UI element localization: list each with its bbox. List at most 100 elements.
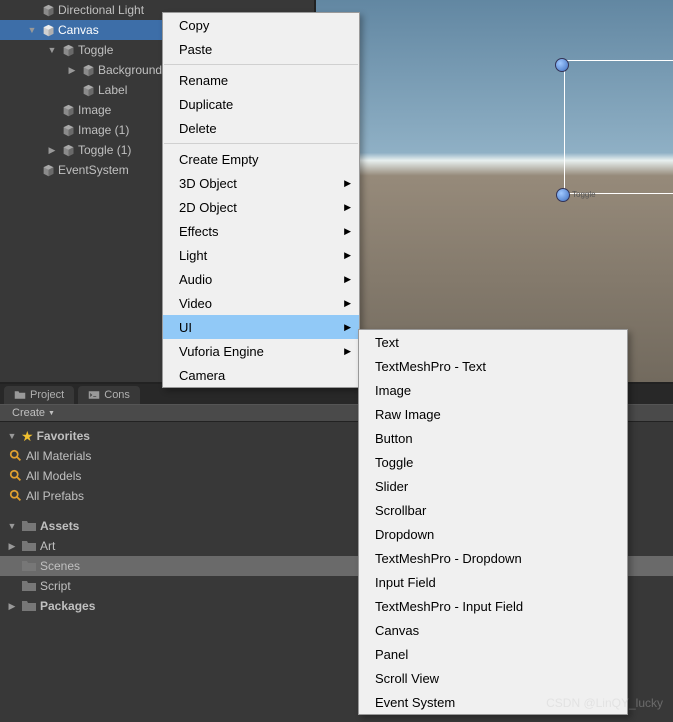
folder-icon: [21, 559, 37, 573]
packages-label: Packages: [40, 599, 95, 613]
menu-ui[interactable]: UI▶: [163, 315, 359, 339]
folder-icon: [21, 519, 37, 533]
foldout-icon[interactable]: [66, 84, 78, 96]
search-icon: [9, 449, 23, 463]
menu-light[interactable]: Light▶: [163, 243, 359, 267]
menu-2d-object[interactable]: 2D Object▶: [163, 195, 359, 219]
chevron-right-icon: ▶: [344, 250, 351, 261]
foldout-icon[interactable]: ▼: [6, 520, 18, 532]
gameobject-icon: [81, 63, 95, 77]
submenu-item[interactable]: Scroll View: [359, 666, 627, 690]
menu-3d-object[interactable]: 3D Object▶: [163, 171, 359, 195]
favorite-label: All Prefabs: [26, 489, 84, 503]
tab-console[interactable]: Cons: [78, 386, 140, 404]
chevron-right-icon: ▶: [344, 178, 351, 189]
gizmo-label: Toggle: [572, 190, 596, 199]
submenu-item[interactable]: Button: [359, 426, 627, 450]
submenu-item[interactable]: Image: [359, 378, 627, 402]
scene-view[interactable]: Toggle: [314, 0, 673, 382]
foldout-icon[interactable]: ▶: [6, 600, 18, 612]
foldout-icon[interactable]: [6, 560, 18, 572]
menu-delete[interactable]: Delete: [163, 116, 359, 140]
rect-handle-icon[interactable]: [555, 58, 569, 72]
foldout-icon[interactable]: [26, 164, 38, 176]
foldout-icon[interactable]: ▼: [26, 24, 38, 36]
submenu-item[interactable]: Text: [359, 330, 627, 354]
asset-label: Art: [40, 539, 55, 553]
foldout-icon[interactable]: ▼: [46, 44, 58, 56]
menu-create-empty[interactable]: Create Empty: [163, 147, 359, 171]
gameobject-icon: [61, 103, 75, 117]
menu-rename[interactable]: Rename: [163, 68, 359, 92]
hierarchy-label: Image (1): [78, 123, 129, 137]
chevron-right-icon: ▶: [344, 298, 351, 309]
folder-icon: [21, 599, 37, 613]
submenu-item[interactable]: TextMeshPro - Input Field: [359, 594, 627, 618]
submenu-item[interactable]: TextMeshPro - Dropdown: [359, 546, 627, 570]
submenu-item[interactable]: TextMeshPro - Text: [359, 354, 627, 378]
foldout-icon[interactable]: ▶: [66, 64, 78, 76]
hierarchy-label: Image: [78, 103, 111, 117]
chevron-right-icon: ▶: [344, 226, 351, 237]
asset-label: Scenes: [40, 559, 80, 573]
menu-vuforia[interactable]: Vuforia Engine▶: [163, 339, 359, 363]
foldout-icon[interactable]: ▼: [6, 430, 18, 442]
submenu-item[interactable]: Slider: [359, 474, 627, 498]
hierarchy-label: Canvas: [58, 23, 99, 37]
submenu-item[interactable]: Dropdown: [359, 522, 627, 546]
tab-label: Project: [30, 389, 64, 401]
gameobject-icon: [61, 43, 75, 57]
menu-paste[interactable]: Paste: [163, 37, 359, 61]
gameobject-icon: [41, 3, 55, 17]
foldout-icon[interactable]: [26, 4, 38, 16]
favorite-label: All Models: [26, 469, 81, 483]
hierarchy-label: Toggle (1): [78, 143, 131, 157]
menu-video[interactable]: Video▶: [163, 291, 359, 315]
menu-copy[interactable]: Copy: [163, 13, 359, 37]
tab-label: Cons: [104, 389, 130, 401]
folder-icon: [14, 389, 26, 401]
create-button[interactable]: Create ▼: [6, 407, 61, 419]
folder-icon: [21, 579, 37, 593]
hierarchy-label: Background: [98, 63, 162, 77]
gameobject-icon: [41, 23, 55, 37]
search-icon: [9, 489, 23, 503]
submenu-item[interactable]: Canvas: [359, 618, 627, 642]
star-icon: ★: [21, 428, 34, 445]
submenu-item[interactable]: Input Field: [359, 570, 627, 594]
favorites-label: Favorites: [37, 429, 90, 443]
menu-audio[interactable]: Audio▶: [163, 267, 359, 291]
chevron-right-icon: ▶: [344, 274, 351, 285]
foldout-icon[interactable]: ▶: [46, 144, 58, 156]
submenu-item[interactable]: Raw Image: [359, 402, 627, 426]
menu-duplicate[interactable]: Duplicate: [163, 92, 359, 116]
asset-label: Script: [40, 579, 71, 593]
favorite-label: All Materials: [26, 449, 91, 463]
foldout-icon[interactable]: [46, 104, 58, 116]
foldout-icon[interactable]: ▶: [6, 540, 18, 552]
foldout-icon[interactable]: [46, 124, 58, 136]
folder-icon: [21, 539, 37, 553]
chevron-right-icon: ▶: [344, 202, 351, 213]
hierarchy-label: Label: [98, 83, 127, 97]
gameobject-icon: [61, 123, 75, 137]
rect-handle-icon[interactable]: [556, 188, 570, 202]
foldout-icon[interactable]: [6, 580, 18, 592]
submenu-item[interactable]: Scrollbar: [359, 498, 627, 522]
submenu-item[interactable]: Panel: [359, 642, 627, 666]
chevron-right-icon: ▶: [344, 322, 351, 333]
menu-separator: [164, 143, 358, 144]
menu-separator: [164, 64, 358, 65]
search-icon: [9, 469, 23, 483]
console-icon: [88, 389, 100, 401]
gameobject-icon: [41, 163, 55, 177]
context-menu: Copy Paste Rename Duplicate Delete Creat…: [162, 12, 360, 388]
tab-project[interactable]: Project: [4, 386, 74, 404]
hierarchy-label: Directional Light: [58, 3, 144, 17]
menu-effects[interactable]: Effects▶: [163, 219, 359, 243]
button-label: Create: [12, 407, 45, 419]
menu-camera[interactable]: Camera: [163, 363, 359, 387]
ui-submenu: TextTextMeshPro - TextImageRaw ImageButt…: [358, 329, 628, 715]
submenu-item[interactable]: Toggle: [359, 450, 627, 474]
gameobject-icon: [81, 83, 95, 97]
